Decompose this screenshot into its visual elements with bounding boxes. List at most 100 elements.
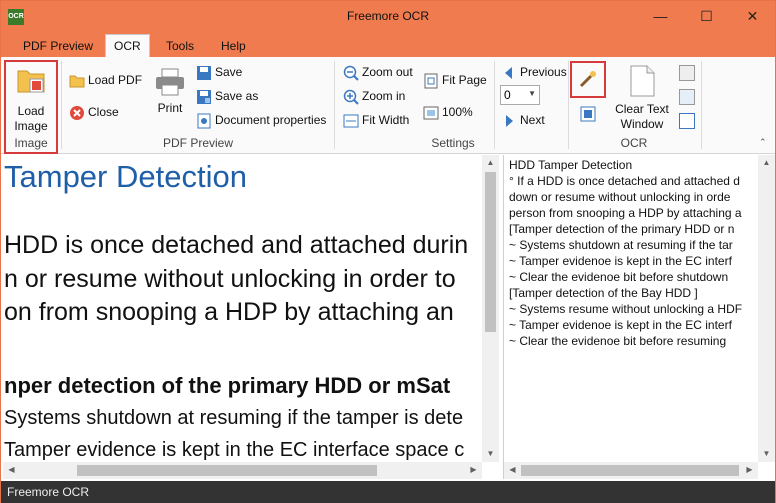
folder-icon [69,75,85,88]
tab-pdf-preview[interactable]: PDF Preview [15,37,101,57]
zoom-out-label: Zoom out [362,65,413,79]
doc-line: HDD is once detached and attached durin [4,231,469,259]
document-properties-label: Document properties [215,113,327,127]
app-window: OCR Freemore OCR — ☐ ✕ PDF Preview OCR T… [0,0,776,503]
load-pdf-label: Load PDF [88,73,143,87]
scroll-left-icon[interactable]: ◀ [504,465,521,474]
doc-heading: Tamper Detection [4,159,247,194]
minimize-icon[interactable]: — [638,1,683,32]
close-icon[interactable]: ✕ [730,1,775,32]
scroll-thumb[interactable] [521,465,739,476]
print-label: Print [157,101,183,115]
ocr-small-button[interactable] [579,105,597,123]
ocr-text-line: ~ Clear the evidenoe bit before shutdown [509,270,729,284]
group-separator [61,61,62,149]
folder-image-icon [17,70,45,93]
ocr-text-line: [Tamper detection of the primary HDD or … [509,222,735,236]
save-icon [197,66,211,80]
ocr-text-line: ~ Tamper evidenoe is kept in the EC inte… [509,254,732,268]
ocr-text-line: ~ Clear the evidenoe bit before resuming [509,334,727,348]
ocr-tool-button-3[interactable] [679,113,695,129]
ocr-tool-button-1[interactable] [679,65,695,81]
ocr-text-line: down or resume without unlocking in orde [509,190,731,204]
next-arrow-icon [506,115,513,127]
save-as-label: Save as [215,89,259,103]
print-button[interactable]: Print [153,65,187,125]
fit-page-label: Fit Page [442,73,487,87]
scroll-down-icon[interactable]: ▼ [758,449,775,458]
close-circle-icon [70,106,84,120]
clear-text-window-button[interactable]: Clear Text Window [613,63,671,133]
title-bar: OCR Freemore OCR — ☐ ✕ [1,1,775,32]
scroll-left-icon[interactable]: ◀ [3,465,20,474]
zoom-100-icon [423,106,439,120]
fit-width-icon [343,114,359,128]
ocr-wand-icon [579,71,596,88]
zoom-in-icon [343,89,359,105]
scroll-thumb[interactable] [77,465,377,476]
ocr-text-line: person from snooping a HDP by attaching … [509,206,742,220]
ocr-text-line: ~ Systems shutdown at resuming if the ta… [509,238,733,252]
collapse-ribbon-icon[interactable]: ⌃ [759,137,767,148]
document-vertical-scrollbar[interactable]: ▲ ▼ [482,155,499,462]
load-image-label-1: Load [17,104,45,118]
clear-text-label-2: Window [620,117,664,131]
doc-line: on from snooping a HDP by attaching an [4,298,454,326]
doc-line: n or resume without unlocking in order t… [4,265,456,293]
save-as-icon [197,90,211,104]
maximize-icon[interactable]: ☐ [684,1,729,32]
ribbon: Load Image Image Load PDF Close Print Sa… [1,57,775,154]
scroll-down-icon[interactable]: ▼ [482,449,499,458]
tab-tools[interactable]: Tools [158,37,202,57]
scroll-thumb[interactable] [485,172,496,332]
ocr-vertical-scrollbar[interactable]: ▲ ▼ [758,155,775,462]
tab-ocr[interactable]: OCR [105,34,150,57]
doc-subheading: nper detection of the primary HDD or mSa… [4,373,451,398]
group-separator [701,61,702,149]
scroll-up-icon[interactable]: ▲ [758,158,775,167]
pdf-preview-group-label: PDF Preview [162,136,233,150]
ocr-horizontal-scrollbar[interactable]: ◀ ▶ [504,462,758,479]
document-properties-icon [197,113,211,129]
fit-page-icon [424,73,438,89]
group-separator [334,61,335,149]
zoom-out-icon [343,65,359,81]
status-bar: Freemore OCR [1,481,775,503]
clear-text-label-1: Clear Text [615,102,669,116]
previous-arrow-icon [505,67,512,79]
doc-line: Tamper evidence is kept in the EC interf… [4,439,465,461]
ocr-text-line: ° If a HDD is once detached and attached… [509,174,740,188]
fit-width-label: Fit Width [362,113,410,127]
load-image-label-2: Image [14,119,48,133]
document-preview-pane: Tamper Detection HDD is once detached an… [3,155,499,479]
previous-label: Previous [520,65,567,79]
ocr-small-icon [580,106,596,122]
ribbon-tabs: PDF Preview OCR Tools Help [1,32,775,57]
printer-icon [156,68,184,96]
doc-line: Systems shutdown at resuming if the tamp… [4,407,464,429]
image-group-label: Image [14,136,48,150]
group-separator [494,61,495,149]
chevron-down-icon[interactable]: ▼ [528,89,536,98]
document-horizontal-scrollbar[interactable]: ◀ ▶ [3,462,482,479]
ocr-text-line: [Tamper detection of the Bay HDD ] [509,286,698,300]
page-number-spinner[interactable]: 0 ▼ [500,85,540,105]
zoom-100-label: 100% [442,105,473,119]
ocr-run-button[interactable] [576,67,600,91]
ocr-group-label: OCR [620,136,648,150]
clear-text-page-icon [630,65,655,97]
scroll-right-icon[interactable]: ▶ [465,465,482,474]
scroll-up-icon[interactable]: ▲ [482,158,499,167]
ocr-text-pane[interactable]: HDD Tamper Detection ° If a HDD is once … [503,155,775,479]
load-image-button[interactable]: Load Image [7,63,55,133]
settings-group-label: Settings [431,136,475,150]
zoom-in-label: Zoom in [362,89,406,103]
scroll-right-icon[interactable]: ▶ [741,465,758,474]
ocr-text-line: ~ Tamper evidenoe is kept in the EC inte… [509,318,732,332]
ocr-tool-button-2[interactable] [679,89,695,105]
ocr-text-line: ~ Systems resume without unlocking a HDF [509,302,743,316]
tab-help[interactable]: Help [213,37,254,57]
save-label: Save [215,65,243,79]
ocr-text-line: HDD Tamper Detection [509,158,633,172]
next-label: Next [520,113,545,127]
